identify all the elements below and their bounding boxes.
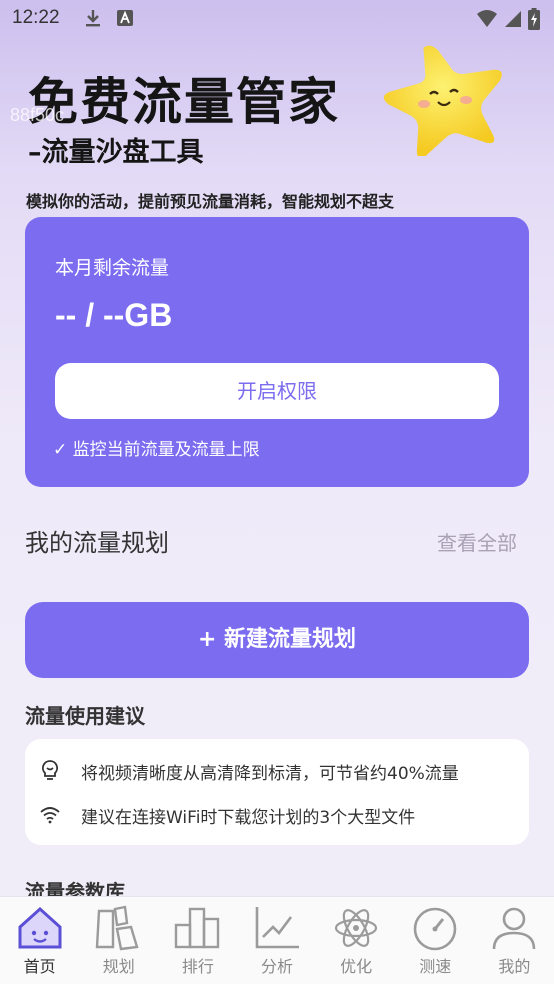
list-item: 将视频清晰度从高清降到标清，可节省约40%流量: [25, 755, 529, 785]
list-item: 建议在连接WiFi时下载您计划的3个大型文件: [25, 799, 529, 829]
tip-text: 建议在连接WiFi时下载您计划的3个大型文件: [81, 808, 416, 828]
wifi-icon: [40, 807, 60, 824]
download-icon: [86, 10, 100, 27]
nav-item-analysis[interactable]: 分析: [237, 897, 316, 984]
status-right-icons: [476, 8, 540, 30]
analysis-icon: [255, 907, 299, 949]
page-title: 免费流量管家: [28, 73, 340, 131]
bottom-nav: 首页 规划 排行 分析 优化 测速 我的: [0, 896, 554, 984]
profile-icon: [493, 907, 536, 950]
star-mascot-icon: [383, 45, 502, 156]
quota-value: -- / --GB: [55, 297, 173, 333]
home-icon: [18, 906, 62, 949]
nav-item-speedtest[interactable]: 测速: [396, 897, 475, 984]
status-time: 12:22: [12, 7, 60, 28]
page-description: 模拟你的活动，提前预见流量消耗，智能规划不超支: [26, 192, 395, 211]
quota-card: 本月剩余流量 -- / --GB 开启权限 ✓ 监控当前流量及流量上限: [25, 217, 529, 487]
keyboard-a-icon: [117, 10, 133, 26]
view-all-link[interactable]: 查看全部: [437, 527, 517, 556]
nav-label: 测速: [419, 957, 452, 976]
status-bar: 12:22: [0, 0, 554, 36]
plans-section-header: 我的流量规划 查看全部: [25, 523, 529, 557]
nav-item-plan[interactable]: 规划: [79, 897, 158, 984]
tips-section-title: 流量使用建议: [25, 704, 145, 728]
nav-item-profile[interactable]: 我的: [475, 897, 554, 984]
quota-label: 本月剩余流量: [55, 257, 170, 279]
nav-item-ranking[interactable]: 排行: [158, 897, 237, 984]
wifi-signal-icon: [477, 10, 497, 27]
plans-section-title: 我的流量规划: [25, 529, 169, 557]
battery-icon: [528, 8, 540, 30]
optimize-icon: [335, 909, 378, 947]
tips-card: 将视频清晰度从高清降到标清，可节省约40%流量 建议在连接WiFi时下载您计划的…: [25, 739, 529, 845]
nav-item-optimize[interactable]: 优化: [317, 897, 396, 984]
status-left-icons: [84, 8, 134, 28]
plan-icon: [95, 905, 139, 951]
enable-permission-button[interactable]: 开启权限: [55, 363, 499, 419]
nav-label: 分析: [260, 957, 293, 976]
quota-note: ✓ 监控当前流量及流量上限: [53, 440, 260, 460]
cell-signal-icon: [505, 11, 521, 27]
watermark-text: 88f50c: [10, 105, 65, 125]
nav-label: 规划: [102, 957, 135, 976]
nav-label: 排行: [181, 957, 214, 976]
tip-text: 将视频清晰度从高清降到标清，可节省约40%流量: [81, 764, 459, 784]
ranking-icon: [174, 907, 220, 949]
lightbulb-icon: [42, 760, 58, 780]
nav-item-home[interactable]: 首页: [0, 897, 79, 984]
page-subtitle: –流量沙盘工具: [28, 137, 204, 168]
nav-label: 优化: [340, 957, 373, 976]
nav-label: 首页: [23, 957, 56, 976]
new-plan-button[interactable]: + 新建流量规划: [25, 602, 529, 678]
nav-label: 我的: [498, 957, 531, 976]
speedometer-icon: [413, 907, 457, 951]
